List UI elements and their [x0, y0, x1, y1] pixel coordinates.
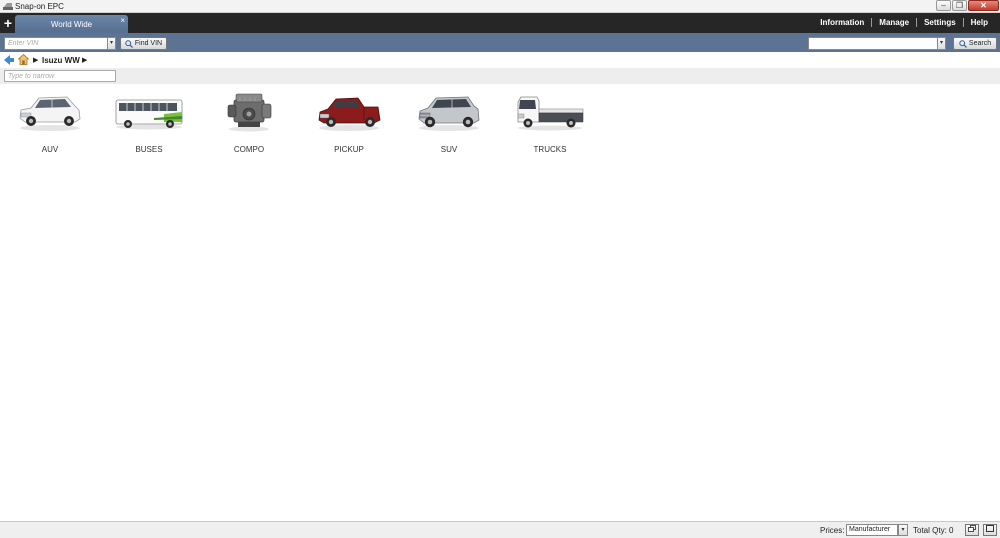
filter-bar	[0, 68, 1000, 84]
narrow-filter-input[interactable]	[4, 70, 116, 82]
catalog-item-suv[interactable]: SUV	[399, 92, 499, 158]
pickup-truck-icon	[318, 97, 381, 131]
prices-label: Prices:	[820, 526, 845, 535]
vin-input[interactable]	[4, 37, 108, 50]
catalog-item-label: SUV	[440, 145, 458, 154]
breadcrumb-separator: ▶	[33, 57, 39, 64]
tab-world-wide[interactable]: World Wide ×	[15, 15, 128, 33]
window-title-bar: Snap-on EPC – ❐ ✕	[0, 0, 1000, 13]
catalog-item-label: TRUCKS	[533, 145, 567, 154]
window-title: Snap-on EPC	[15, 2, 64, 11]
snapon-logo-icon	[3, 3, 13, 10]
nav-manage[interactable]: Manage	[879, 18, 909, 27]
catalog-item-buses[interactable]: BUSES	[99, 92, 199, 158]
search-input[interactable]	[808, 37, 938, 50]
status-bar: Prices: Manufacturer ▾ Total Qty: 0	[0, 521, 1000, 538]
catalog-grid: AUV BUSES COMPO PICKUP SUV TRUCKS	[0, 84, 1000, 521]
prices-dropdown-button[interactable]: ▾	[898, 524, 908, 536]
bus-vehicle-icon	[115, 99, 183, 130]
light-truck-icon	[517, 96, 584, 131]
tab-bar: + World Wide × Information Manage Settin…	[0, 13, 1000, 33]
vin-history-dropdown[interactable]: ▾	[107, 37, 116, 50]
home-icon[interactable]	[18, 54, 29, 65]
find-vin-label: Find VIN	[134, 40, 163, 47]
back-arrow-icon[interactable]	[4, 55, 14, 65]
maximize-panel-button[interactable]	[983, 524, 997, 536]
add-tab-button[interactable]: +	[2, 14, 14, 32]
total-quantity: Total Qty: 0	[913, 526, 954, 535]
engine-component-icon	[227, 93, 272, 132]
maximize-button[interactable]: ❐	[952, 0, 967, 11]
close-window-button[interactable]: ✕	[968, 0, 999, 11]
nav-separator	[962, 18, 964, 27]
search-label: Search	[968, 40, 992, 47]
nav-information[interactable]: Information	[820, 18, 864, 27]
maximize-icon	[986, 525, 994, 532]
restore-icon	[968, 525, 976, 532]
tab-close-icon[interactable]: ×	[120, 16, 125, 25]
nav-separator	[916, 18, 918, 27]
breadcrumb: ▶ Isuzu WW ▶	[0, 52, 1000, 68]
catalog-item-pickup[interactable]: PICKUP	[299, 92, 399, 158]
nav-separator	[871, 18, 873, 27]
tab-label: World Wide	[50, 20, 93, 29]
magnifier-icon	[959, 39, 967, 48]
nav-settings[interactable]: Settings	[924, 18, 956, 27]
catalog-item-compo[interactable]: COMPO	[199, 92, 299, 158]
catalog-item-auv[interactable]: AUV	[0, 92, 100, 158]
breadcrumb-item-isuzu-ww[interactable]: Isuzu WW	[42, 56, 80, 65]
toolbar: ▾ Find VIN ▾ Search	[0, 33, 1000, 52]
catalog-item-label: AUV	[41, 145, 59, 154]
search-history-dropdown[interactable]: ▾	[937, 37, 946, 50]
catalog-item-label: COMPO	[233, 145, 265, 154]
minimize-button[interactable]: –	[936, 0, 951, 11]
magnifier-icon	[125, 39, 133, 48]
catalog-item-label: PICKUP	[334, 145, 364, 154]
suv-vehicle-icon	[418, 96, 480, 131]
nav-help[interactable]: Help	[971, 18, 988, 27]
search-button[interactable]: Search	[953, 37, 997, 50]
prices-select[interactable]: Manufacturer	[846, 524, 898, 536]
breadcrumb-expand-arrow[interactable]: ▶	[82, 56, 87, 64]
catalog-item-trucks[interactable]: TRUCKS	[500, 92, 600, 158]
catalog-item-label: BUSES	[135, 145, 163, 154]
auv-vehicle-icon	[19, 96, 81, 131]
restore-panel-button[interactable]	[965, 524, 979, 536]
find-vin-button[interactable]: Find VIN	[120, 37, 167, 50]
top-navigation: Information Manage Settings Help	[820, 18, 988, 27]
